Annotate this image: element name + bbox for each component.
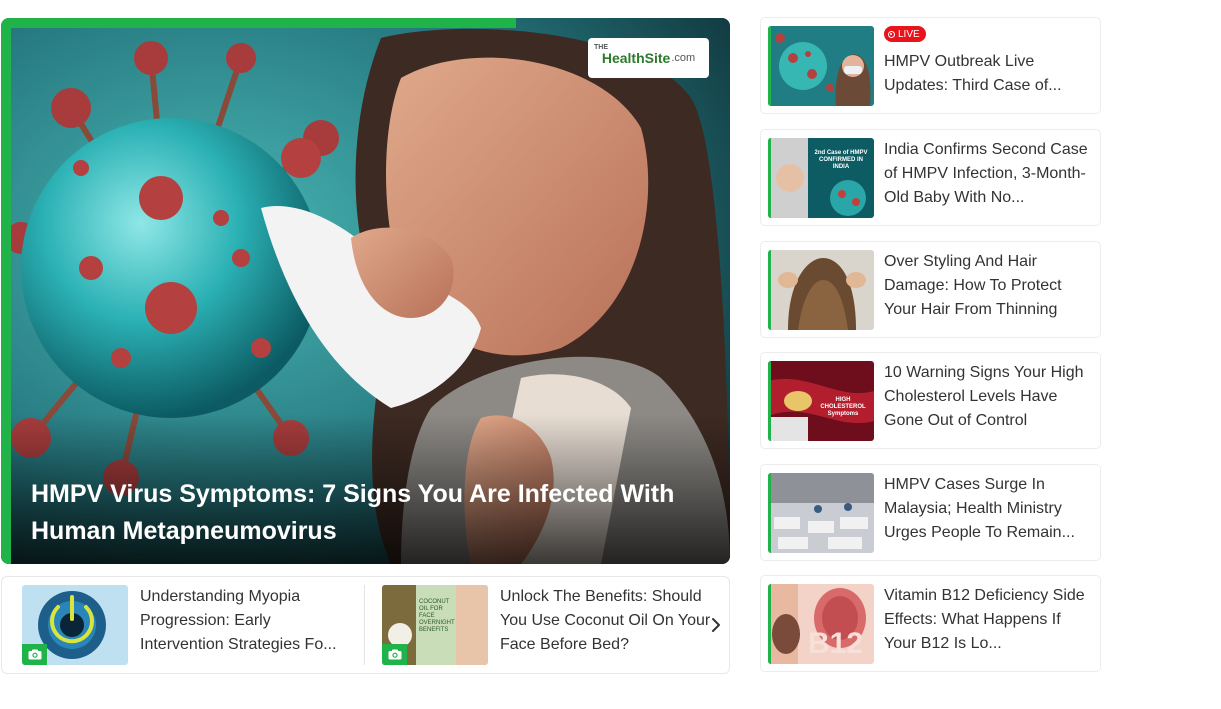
sidebar-story[interactable]: 2nd Case of HMPV CONFIRMED IN INDIA Indi… [760,129,1101,226]
hair-thumbnail-image [768,250,874,330]
sidebar-story[interactable]: Over Styling And Hair Damage: How To Pro… [760,241,1101,338]
sidebar-story-title[interactable]: HMPV Outbreak Live Updates: Third Case o… [884,50,1094,98]
site-logo-name: HealthSite [601,50,671,66]
site-logo-prefix: THE [594,44,608,51]
live-badge: LIVE [884,26,926,42]
chevron-right-icon[interactable] [707,613,725,637]
india-thumb-text: 2nd Case of HMPV CONFIRMED IN INDIA [814,150,868,170]
hero-story[interactable]: THE HealthSite .com HMPV Virus Symptoms: … [1,18,730,564]
story-carousel: Understanding Myopia Progression: Early … [1,576,730,674]
sidebar-story-title[interactable]: India Confirms Second Case of HMPV Infec… [884,138,1094,210]
sidebar-thumbnail[interactable] [768,250,874,330]
sidebar-story-title[interactable]: HMPV Cases Surge In Malaysia; Health Min… [884,473,1094,545]
carousel-divider [364,585,365,665]
coconut-thumb-text: COCONUT OIL FOR FACE OVERNIGHT BENEFITS [419,599,455,633]
b12-thumb-text: B12 [808,627,864,660]
malaysia-hospital-thumbnail-image [768,473,874,553]
sidebar-thumbnail[interactable] [768,473,874,553]
sidebar-story[interactable]: HMPV Cases Surge In Malaysia; Health Min… [760,464,1101,561]
hero-accent-bar-left [1,18,11,564]
sidebar-thumbnail[interactable]: B12 [768,584,874,664]
sidebar-story-title[interactable]: 10 Warning Signs Your High Cholesterol L… [884,361,1094,433]
sidebar-story-title[interactable]: Over Styling And Hair Damage: How To Pro… [884,250,1094,322]
live-dot-icon [888,30,895,38]
camera-icon [382,644,407,665]
sidebar-thumbnail[interactable] [768,26,874,106]
cholesterol-thumb-text: HIGH CHOLESTEROL Symptoms [820,397,866,417]
carousel-card-title[interactable]: Unlock The Benefits: Should You Use Coco… [500,585,715,665]
sidebar-thumbnail[interactable]: HIGH CHOLESTEROL Symptoms [768,361,874,441]
site-logo-tld: .com [671,52,696,64]
carousel-thumbnail[interactable] [22,585,128,665]
sidebar-story[interactable]: B12 Vitamin B12 Deficiency Side Effects:… [760,575,1101,672]
carousel-card[interactable]: Understanding Myopia Progression: Early … [22,585,355,665]
hero-accent-bar [1,18,516,28]
camera-icon [22,644,47,665]
sidebar-thumbnail[interactable]: 2nd Case of HMPV CONFIRMED IN INDIA [768,138,874,218]
page: THE HealthSite .com HMPV Virus Symptoms: … [0,0,1221,709]
carousel-thumbnail[interactable]: COCONUT OIL FOR FACE OVERNIGHT BENEFITS [382,585,488,665]
sidebar-story-title[interactable]: Vitamin B12 Deficiency Side Effects: Wha… [884,584,1094,656]
sidebar-story[interactable]: HIGH CHOLESTEROL Symptoms 10 Warning Sig… [760,352,1101,449]
hmpv-live-thumbnail-image [768,26,874,106]
live-badge-label: LIVE [898,28,920,40]
carousel-card-title[interactable]: Understanding Myopia Progression: Early … [140,585,355,665]
carousel-card[interactable]: COCONUT OIL FOR FACE OVERNIGHT BENEFITS … [382,585,715,665]
hero-title[interactable]: HMPV Virus Symptoms: 7 Signs You Are Inf… [31,476,700,550]
sidebar-story[interactable]: LIVE HMPV Outbreak Live Updates: Third C… [760,17,1101,114]
site-logo: THE HealthSite .com [588,38,709,78]
